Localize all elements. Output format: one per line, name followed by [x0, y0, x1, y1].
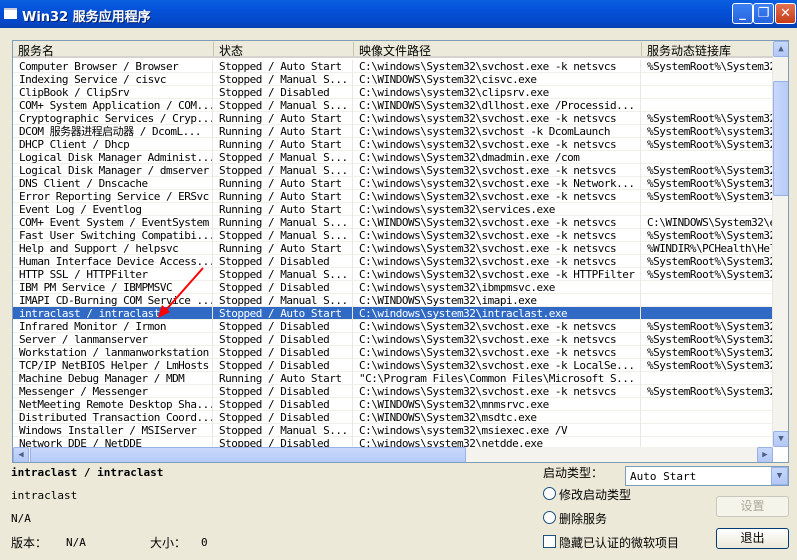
- startup-type-value: Auto Start: [630, 470, 697, 483]
- delete-service-radio[interactable]: [543, 511, 556, 524]
- chevron-down-icon[interactable]: ▼: [771, 467, 788, 485]
- delete-service-label: 删除服务: [559, 512, 608, 526]
- selected-service-description: N/A: [11, 512, 31, 525]
- modify-startup-label: 修改启动类型: [559, 488, 632, 502]
- version-label: 版本：: [11, 536, 48, 550]
- startup-type-select[interactable]: Auto Start ▼: [625, 466, 789, 486]
- startup-type-label: 启动类型：: [543, 466, 604, 480]
- selected-service-heading: intraclast / intraclast: [11, 466, 164, 479]
- selected-service-name: intraclast: [11, 489, 78, 502]
- size-label: 大小：: [150, 536, 187, 550]
- hide-ms-label: 隐藏已认证的微软项目: [559, 536, 680, 550]
- hide-ms-checkbox[interactable]: [543, 535, 556, 548]
- modify-startup-radio[interactable]: [543, 487, 556, 500]
- set-button[interactable]: 设置: [716, 496, 789, 517]
- size-value: 0: [201, 536, 208, 549]
- version-value: N/A: [66, 536, 86, 549]
- exit-button[interactable]: 退出: [716, 528, 789, 549]
